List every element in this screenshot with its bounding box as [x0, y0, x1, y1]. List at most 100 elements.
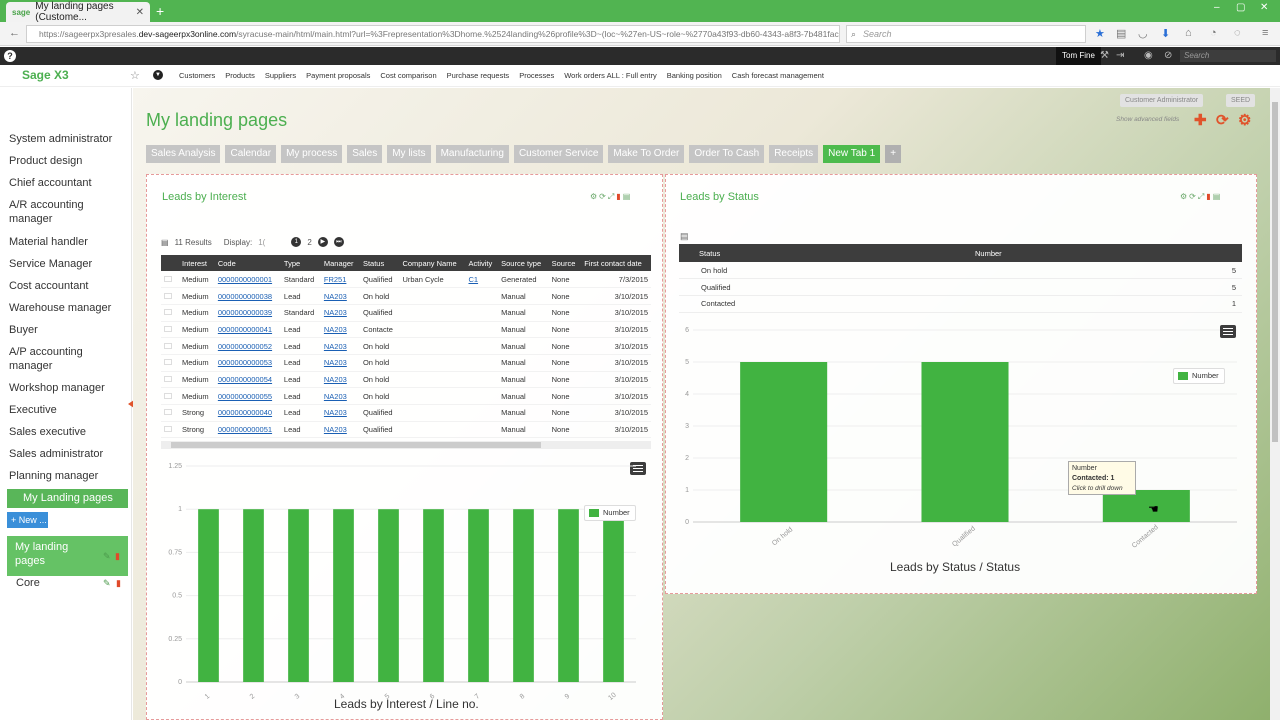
refresh-icon[interactable]: ⟳ [1189, 192, 1198, 201]
sage-logo[interactable]: Sage X3 [22, 68, 69, 82]
new-tab-icon[interactable]: + [156, 3, 164, 19]
table-cell[interactable]: NA203 [320, 371, 360, 389]
table-cell[interactable]: FR251 [320, 271, 360, 289]
table-row[interactable]: Strong 0000000000051 Lead NA203 Qualified Man… [161, 421, 651, 439]
table-cell[interactable]: NA203 [320, 354, 360, 372]
scrollbar-thumb[interactable] [1272, 102, 1278, 442]
table-cell[interactable]: NA203 [320, 421, 360, 439]
column-header[interactable]: Status [359, 255, 400, 271]
sidebar-item[interactable]: Chief accountant [9, 176, 127, 190]
tab-my-lists[interactable]: My lists [387, 145, 431, 163]
table-row[interactable]: Medium 0000000000054 Lead NA203 On hold Manua… [161, 371, 651, 389]
row-checkbox[interactable] [161, 271, 179, 289]
row-checkbox[interactable] [161, 371, 179, 389]
panel-menu-icon[interactable]: ▤ [623, 192, 633, 201]
table-row[interactable]: Strong 0000000000040 Lead NA203 Qualified Man… [161, 404, 651, 422]
tab-receipts[interactable]: Receipts [769, 145, 819, 163]
table-row[interactable]: Contacted 1 [679, 295, 1242, 313]
maximize-icon[interactable]: ▢ [1236, 2, 1245, 13]
table-cell[interactable]: NA203 [320, 404, 360, 422]
column-header[interactable]: Code [214, 255, 281, 271]
chart-bar[interactable] [378, 509, 399, 682]
tab-calendar[interactable]: Calendar [225, 145, 277, 163]
sidebar-item-active[interactable]: My Landing pages [7, 489, 128, 508]
table-row[interactable]: Medium 0000000000041 Lead NA203 Contacte Manu… [161, 321, 651, 339]
column-header[interactable]: First contact date [581, 255, 651, 271]
table-cell[interactable]: 0000000000040 [214, 404, 281, 422]
sidebar-item[interactable]: Executive [9, 403, 127, 417]
chart-bar[interactable] [333, 509, 354, 682]
seed-chip[interactable]: SEED [1226, 94, 1256, 107]
nav-link[interactable]: Work orders ALL : Full entry [564, 71, 657, 80]
sidebar-item[interactable]: Cost accountant [9, 279, 127, 293]
browser-search-input[interactable]: ⌕ Search [846, 25, 1086, 43]
tab-customer-service[interactable]: Customer Service [513, 145, 604, 163]
sage-search-input[interactable]: Search [1180, 50, 1276, 62]
user-name[interactable]: Tom Fine [1056, 47, 1101, 65]
next-page-icon[interactable]: ▶ [317, 237, 328, 247]
row-checkbox[interactable] [161, 337, 179, 355]
sidebar-item[interactable]: Service Manager [9, 257, 127, 271]
show-advanced-fields-link[interactable]: Show advanced fields [1116, 116, 1179, 123]
row-checkbox[interactable] [161, 421, 179, 439]
chart-bar[interactable] [558, 509, 579, 682]
home-icon[interactable]: ⌂ [1185, 27, 1192, 39]
chart-bar[interactable] [921, 362, 1009, 522]
last-page-icon[interactable]: ⏭ [333, 237, 344, 247]
settings-gear-icon[interactable]: ⚙ [1180, 192, 1189, 201]
table-row[interactable]: Medium 0000000000055 Lead NA203 On hold Manua… [161, 387, 651, 405]
row-checkbox[interactable] [161, 404, 179, 422]
chart-bar[interactable] [198, 509, 219, 682]
table-cell[interactable]: 0000000000001 [214, 271, 281, 289]
add-tab-button[interactable]: + [885, 145, 902, 163]
nav-link[interactable]: Banking position [667, 71, 722, 80]
minimize-icon[interactable]: – [1214, 2, 1220, 13]
table-cell[interactable]: C1 [465, 271, 499, 289]
sidebar-item[interactable]: Warehouse manager [9, 301, 127, 315]
pocket-icon[interactable]: ◡ [1138, 27, 1148, 40]
table-cell[interactable]: NA203 [320, 287, 360, 305]
table-row[interactable]: Medium 0000000000039 Standard NA203 Qualifie… [161, 304, 651, 322]
table-horizontal-scrollbar[interactable] [161, 441, 651, 449]
nav-link[interactable]: Cost comparison [380, 71, 436, 80]
nav-link[interactable]: Payment proposals [306, 71, 370, 80]
settings-gear-icon[interactable]: ⚙ [590, 192, 599, 201]
table-cell[interactable] [465, 304, 499, 322]
table-cell[interactable] [465, 404, 499, 422]
table-cell[interactable] [465, 354, 499, 372]
extension-icon[interactable]: ◔ [1210, 27, 1217, 39]
refresh-icon[interactable]: ⟳ [599, 192, 608, 201]
help-icon[interactable]: ? [4, 50, 16, 62]
table-cell[interactable] [465, 321, 499, 339]
table-cell[interactable] [465, 387, 499, 405]
reading-list-icon[interactable]: ▤ [1116, 27, 1126, 40]
row-checkbox[interactable] [161, 287, 179, 305]
tab-new-tab-1[interactable]: New Tab 1 [823, 145, 881, 163]
column-header[interactable]: Interest [179, 255, 215, 271]
column-header[interactable]: Manager [320, 255, 360, 271]
sidebar-item[interactable]: A/R accounting manager [9, 198, 127, 226]
sidebar-sub-item[interactable]: My landing pages ✎ ▮ [7, 536, 128, 576]
nav-link[interactable]: Products [225, 71, 255, 80]
table-cell[interactable]: 0000000000054 [214, 371, 281, 389]
nav-link[interactable]: Customers [179, 71, 215, 80]
chart-bar[interactable] [243, 509, 264, 682]
new-landing-page-button[interactable]: + New ... [7, 512, 48, 528]
tab-manufacturing[interactable]: Manufacturing [435, 145, 509, 163]
menu-icon[interactable]: ≡ [1262, 27, 1268, 39]
role-chip[interactable]: Customer Administrator [1120, 94, 1204, 107]
close-icon[interactable]: ✕ [136, 7, 144, 18]
column-header[interactable]: Number [975, 244, 1242, 262]
sidebar-item[interactable]: Material handler [9, 235, 127, 249]
download-icon[interactable]: ⬇ [1161, 27, 1170, 40]
table-cell[interactable]: NA203 [320, 337, 360, 355]
delete-icon[interactable]: ▮ [116, 578, 121, 589]
chart-legend[interactable]: Number [1173, 368, 1225, 384]
nav-link[interactable]: Cash forecast management [732, 71, 824, 80]
column-header[interactable]: Source type [498, 255, 549, 271]
sidebar-item[interactable]: Sales administrator [9, 447, 127, 461]
table-row[interactable]: On hold 5 [679, 262, 1242, 280]
nav-link[interactable]: Processes [519, 71, 554, 80]
display-select[interactable]: 1( [258, 238, 265, 247]
sidebar-item[interactable]: A/P accounting manager [9, 345, 127, 373]
